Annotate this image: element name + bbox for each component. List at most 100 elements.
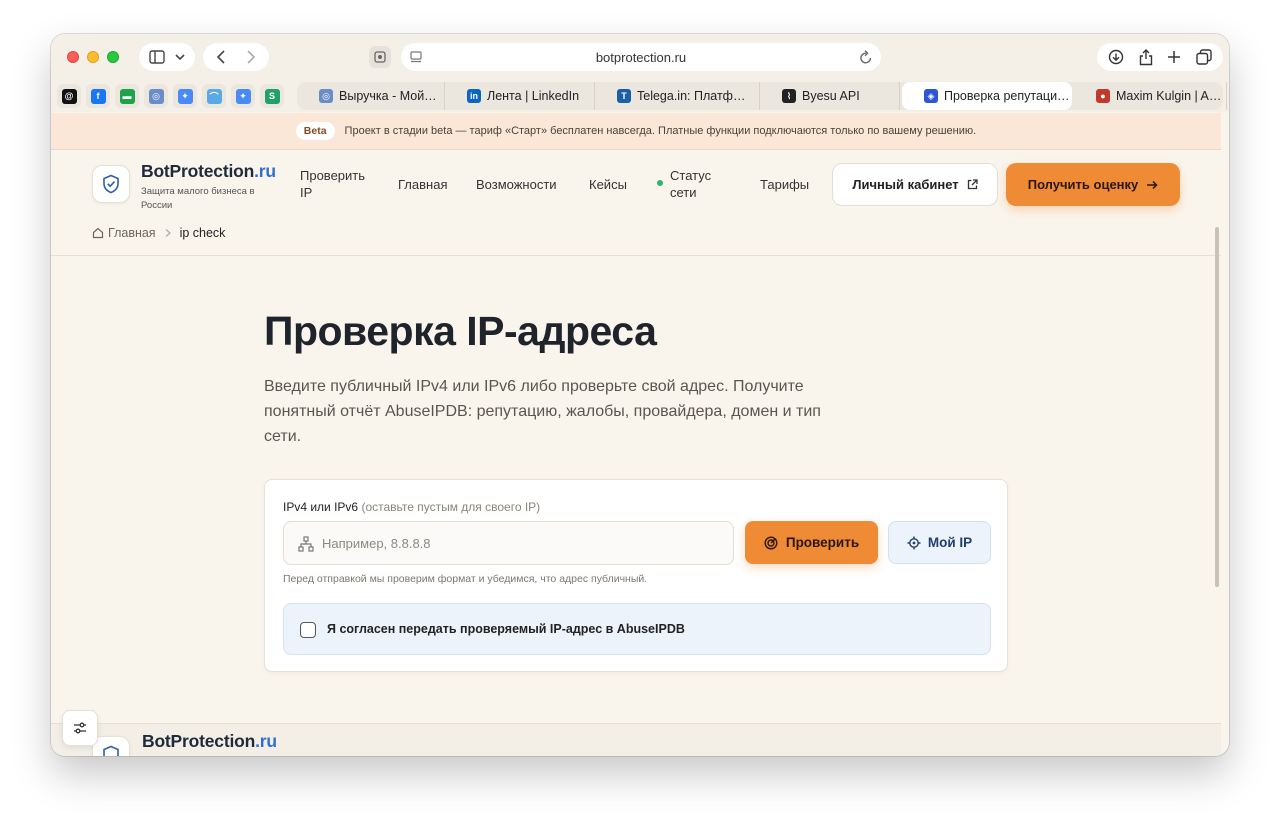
- share-icon[interactable]: [1139, 48, 1153, 66]
- account-button-label: Личный кабинет: [852, 177, 959, 192]
- pinned-tab-arc-icon[interactable]: ⌒: [202, 84, 226, 108]
- footer-brand-main: BotProtection: [142, 731, 256, 751]
- arc-icon: ⌒: [206, 88, 222, 104]
- browser-tab[interactable]: ◈ Проверка репутаци…: [902, 82, 1072, 110]
- network-icon: [298, 536, 314, 552]
- consent-box: Я согласен передать проверяемый IP-адрес…: [283, 603, 991, 655]
- ip-field-label-main: IPv4 или IPv6: [283, 500, 359, 514]
- pinned-tab-globe-icon[interactable]: ◎: [144, 84, 168, 108]
- nav-check-ip[interactable]: Проверить IP: [300, 167, 372, 201]
- browser-toolbar: botprotection.ru: [51, 34, 1229, 80]
- settings-button[interactable]: [62, 710, 98, 746]
- shield-check-icon: [103, 745, 119, 756]
- breadcrumb-home[interactable]: Главная: [108, 226, 156, 240]
- tab-title: Maxim Kulgin | A…: [1116, 89, 1222, 103]
- page-subtitle: Введите публичный IPv4 или IPv6 либо про…: [264, 378, 821, 445]
- tab-favicon-icon: ●: [1096, 89, 1110, 103]
- open-tabs: ◎ Выручка - Мой… in Лента | LinkedIn T Telega…: [297, 82, 1227, 110]
- nav-cases[interactable]: Кейсы: [589, 176, 627, 193]
- home-icon: [92, 227, 104, 239]
- site-header: BotProtection.ru Защита малого бизнеса в…: [51, 150, 1221, 218]
- close-window-button[interactable]: [67, 51, 79, 63]
- browser-tab[interactable]: ● Maxim Kulgin | A…: [1074, 82, 1227, 110]
- gemini-icon-2: ✦: [235, 88, 251, 104]
- header-divider: [51, 255, 1221, 256]
- arrow-right-icon: [1147, 180, 1158, 189]
- brand-name[interactable]: BotProtection.ru: [141, 161, 276, 182]
- consent-checkbox[interactable]: [300, 622, 316, 638]
- account-button[interactable]: Личный кабинет: [832, 163, 998, 206]
- browser-tab[interactable]: ◎ Выручка - Мой…: [297, 82, 445, 110]
- back-arrow-icon[interactable]: [216, 50, 226, 64]
- forward-arrow-icon[interactable]: [246, 50, 256, 64]
- brand-main: BotProtection: [141, 161, 255, 181]
- beta-badge: Beta: [295, 122, 335, 140]
- toolbar-actions: [1097, 43, 1223, 71]
- shield-check-icon: [103, 174, 119, 194]
- tab-favicon-icon: T: [617, 89, 631, 103]
- get-estimate-button[interactable]: Получить оценку: [1006, 163, 1180, 206]
- maximize-window-button[interactable]: [107, 51, 119, 63]
- tab-title: Лента | LinkedIn: [487, 89, 580, 103]
- extension-icon[interactable]: [369, 46, 391, 68]
- green-app-icon: ▬: [119, 88, 135, 104]
- nav-status[interactable]: Статус сети: [670, 167, 722, 201]
- ip-field-label: IPv4 или IPv6 (оставьте пустым для своег…: [283, 500, 540, 514]
- chevron-right-icon: [165, 229, 171, 237]
- chevron-down-icon: [175, 54, 185, 61]
- check-button[interactable]: Проверить: [745, 521, 878, 564]
- new-tab-icon[interactable]: [1167, 50, 1181, 64]
- brand-tagline: Защита малого бизнеса в России: [141, 186, 255, 211]
- ip-check-form: IPv4 или IPv6 (оставьте пустым для своег…: [264, 479, 1008, 672]
- nav-pricing[interactable]: Тарифы: [760, 176, 809, 193]
- tab-title: Byesu API: [802, 89, 860, 103]
- download-icon[interactable]: [1108, 49, 1124, 65]
- address-bar[interactable]: botprotection.ru: [401, 43, 881, 71]
- ip-input-wrapper: [283, 521, 734, 565]
- radar-icon: [764, 535, 778, 550]
- tab-title: Выручка - Мой…: [339, 89, 437, 103]
- page-scrollbar[interactable]: [1215, 227, 1219, 587]
- check-button-label: Проверить: [785, 535, 860, 550]
- ip-field-label-hint: (оставьте пустым для своего IP): [361, 500, 541, 514]
- tab-favicon-icon: ◈: [924, 89, 938, 103]
- browser-tab[interactable]: ⌇ Byesu API: [760, 82, 900, 110]
- page-title: Проверка IP-адреса: [264, 308, 657, 354]
- threads-icon: @: [61, 88, 77, 104]
- my-ip-button[interactable]: Мой IP: [888, 521, 991, 564]
- tab-overview-icon[interactable]: [1196, 49, 1212, 65]
- crosshair-icon: [907, 536, 921, 549]
- tab-favicon-icon: in: [467, 89, 481, 103]
- web-page: Beta Проект в стадии beta — тариф «Старт…: [51, 113, 1221, 756]
- footer-brand[interactable]: BotProtection.ru: [142, 731, 277, 752]
- breadcrumb-current: ip check: [179, 226, 226, 240]
- site-footer: BotProtection.ru: [51, 723, 1221, 756]
- globe-icon: ◎: [148, 88, 164, 104]
- consent-label[interactable]: Я согласен передать проверяемый IP-адрес…: [327, 622, 685, 636]
- pinned-tab-gemini-icon-2[interactable]: ✦: [231, 84, 255, 108]
- browser-window: botprotection.ru @ f ▬ ◎ ✦ ⌒ ✦ S ◎ Выручка - Мой…: [51, 34, 1229, 756]
- pinned-tab-facebook-icon[interactable]: f: [86, 84, 110, 108]
- pinned-tab-green-app-icon[interactable]: ▬: [115, 84, 139, 108]
- ip-input[interactable]: [322, 522, 722, 564]
- browser-tab[interactable]: T Telega.in: Платф…: [595, 82, 760, 110]
- status-indicator: [657, 180, 663, 186]
- pinned-tab-threads-icon[interactable]: @: [57, 84, 81, 108]
- nav-home[interactable]: Главная: [398, 176, 447, 193]
- nav-features[interactable]: Возможности: [476, 176, 557, 193]
- beta-text: Проект в стадии beta — тариф «Старт» бес…: [344, 125, 977, 137]
- minimize-window-button[interactable]: [87, 51, 99, 63]
- url-text: botprotection.ru: [595, 50, 687, 65]
- pinned-tab-gemini-icon[interactable]: ✦: [173, 84, 197, 108]
- get-estimate-label: Получить оценку: [1027, 177, 1139, 192]
- reload-icon[interactable]: [859, 49, 873, 65]
- browser-tab[interactable]: in Лента | LinkedIn: [445, 82, 595, 110]
- ip-helper-text: Перед отправкой мы проверим формат и убе…: [283, 573, 648, 585]
- brand-tld: .ru: [254, 161, 276, 181]
- tab-favicon-icon: ⌇: [782, 89, 796, 103]
- pinned-tab-s-app-icon[interactable]: S: [260, 84, 284, 108]
- logo[interactable]: [92, 165, 130, 203]
- beta-banner: Beta Проект в стадии beta — тариф «Старт…: [51, 113, 1221, 150]
- history-nav: [203, 43, 269, 71]
- sidebar-toggle-button[interactable]: [139, 43, 195, 71]
